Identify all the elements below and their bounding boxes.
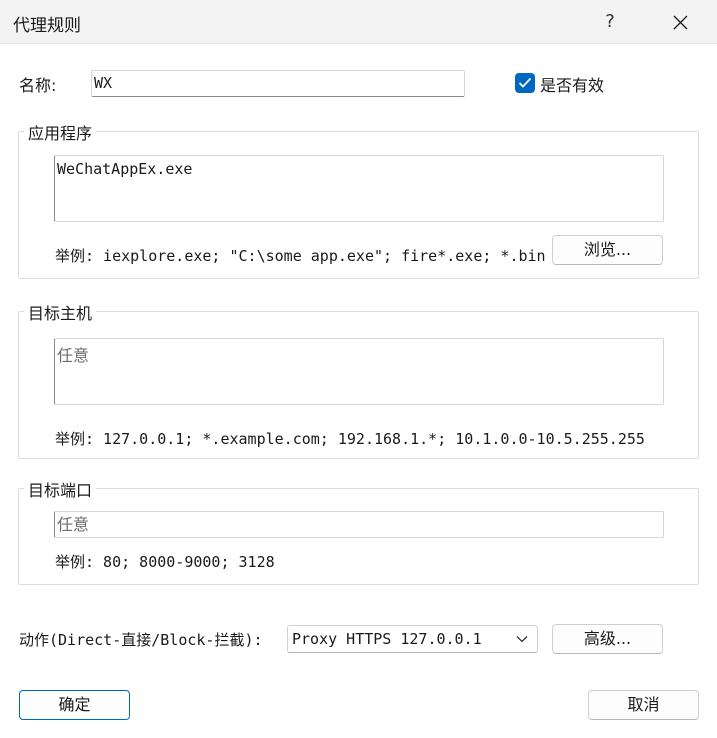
advanced-button[interactable]: 高级... [552, 624, 663, 654]
cancel-button[interactable]: 取消 [588, 690, 699, 720]
close-button[interactable] [660, 6, 700, 38]
name-label: 名称: [19, 76, 57, 95]
applications-example: 举例: iexplore.exe; "C:\some app.exe"; fir… [55, 247, 546, 265]
applications-group-title: 应用程序 [24, 120, 97, 144]
action-dropdown[interactable]: Proxy HTTPS 127.0.0.1 [287, 625, 538, 653]
target-hosts-example: 举例: 127.0.0.1; *.example.com; 192.168.1.… [55, 430, 645, 448]
applications-input[interactable]: WeChatAppEx.exe [54, 155, 664, 222]
close-icon [673, 15, 688, 30]
target-hosts-input[interactable]: 任意 [54, 338, 664, 405]
ok-button[interactable]: 确定 [19, 690, 130, 720]
target-ports-input[interactable]: 任意 [54, 511, 664, 538]
name-value: WX [94, 74, 113, 92]
name-input[interactable]: WX [91, 70, 465, 97]
chevron-down-icon [516, 636, 528, 643]
action-selected: Proxy HTTPS 127.0.0.1 [292, 630, 482, 648]
target-hosts-placeholder: 任意 [57, 346, 90, 365]
help-icon: ? [605, 11, 615, 32]
action-label: 动作(Direct-直接/Block-拦截): [19, 631, 263, 649]
enabled-label: 是否有效 [540, 76, 605, 95]
enabled-checkbox[interactable] [515, 73, 535, 93]
browse-button[interactable]: 浏览... [552, 235, 663, 265]
window-title: 代理规则 [13, 16, 81, 36]
target-ports-placeholder: 任意 [57, 515, 90, 534]
target-ports-example: 举例: 80; 8000-9000; 3128 [55, 553, 275, 571]
applications-value: WeChatAppEx.exe [57, 160, 193, 178]
checkmark-icon [518, 77, 532, 88]
help-button[interactable]: ? [590, 6, 630, 38]
target-ports-group-title: 目标端口 [24, 477, 97, 501]
target-hosts-group-title: 目标主机 [24, 300, 97, 324]
title-bar: 代理规则 ? [0, 0, 717, 44]
